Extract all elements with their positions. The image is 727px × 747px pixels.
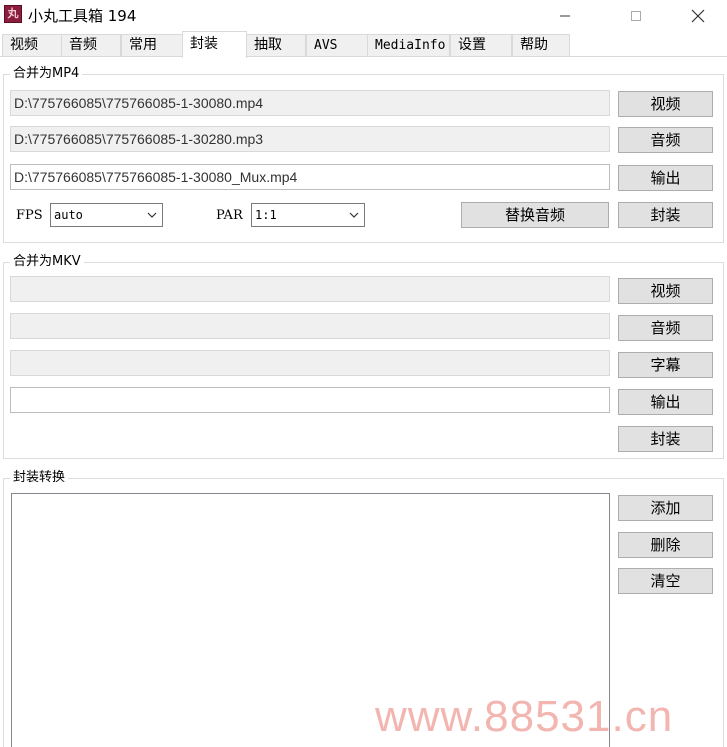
minimize-button[interactable] [542, 0, 588, 31]
mkv-audio-button[interactable]: 音频 [618, 315, 713, 341]
minimize-icon [560, 15, 570, 16]
par-select[interactable]: 1:1 [251, 203, 365, 227]
tab-mux[interactable]: 封装 [182, 31, 247, 58]
fps-label: FPS [16, 208, 43, 223]
add-button[interactable]: 添加 [618, 495, 713, 521]
close-icon [691, 9, 705, 22]
maximize-icon [631, 10, 641, 21]
mkv-audio-path-field[interactable] [10, 313, 610, 339]
tab-common[interactable]: 常用 [121, 34, 183, 57]
mkv-output-button[interactable]: 输出 [618, 389, 713, 415]
chevron-down-icon [349, 212, 359, 218]
mp4-output-button[interactable]: 输出 [618, 165, 713, 191]
mkv-group-legend: 合并为MKV [10, 254, 84, 270]
mkv-subtitle-path-field[interactable] [10, 350, 610, 376]
mp4-mux-button[interactable]: 封装 [618, 202, 713, 228]
replace-audio-button[interactable]: 替换音频 [461, 202, 609, 228]
par-select-value: 1:1 [255, 208, 277, 222]
mp4-video-path-field[interactable]: D:\775766085\775766085-1-30080.mp4 [10, 90, 610, 116]
mkv-video-button[interactable]: 视频 [618, 278, 713, 304]
par-label: PAR [216, 208, 243, 223]
clear-button[interactable]: 清空 [618, 568, 713, 594]
watermark-text: www.88531.cn [375, 692, 674, 741]
mkv-subtitle-button[interactable]: 字幕 [618, 352, 713, 378]
tab-avs[interactable]: AVS [306, 34, 368, 57]
close-button[interactable] [675, 0, 721, 31]
app-icon: 丸 [4, 5, 22, 23]
window-title: 小丸工具箱 194 [28, 7, 137, 25]
mkv-mux-button[interactable]: 封装 [618, 426, 713, 452]
maximize-button[interactable] [613, 0, 659, 31]
delete-button[interactable]: 删除 [618, 532, 713, 558]
title-bar: 丸 小丸工具箱 194 [0, 0, 727, 31]
tab-mediainfo[interactable]: MediaInfo [367, 34, 450, 57]
convert-group-legend: 封装转换 [10, 470, 69, 486]
tab-help[interactable]: 帮助 [512, 34, 570, 57]
fps-select-value: auto [54, 208, 83, 222]
tab-settings[interactable]: 设置 [450, 34, 512, 57]
mp4-output-path-field[interactable]: D:\775766085\775766085-1-30080_Mux.mp4 [10, 164, 610, 190]
tab-audio[interactable]: 音频 [61, 34, 121, 57]
mux-tab-panel: 合并为MP4 D:\775766085\775766085-1-30080.mp… [0, 56, 727, 747]
fps-select[interactable]: auto [50, 203, 163, 227]
mp4-audio-path-field[interactable]: D:\775766085\775766085-1-30280.mp3 [10, 126, 610, 152]
tab-extract[interactable]: 抽取 [246, 34, 306, 57]
tab-video[interactable]: 视频 [2, 34, 62, 57]
chevron-down-icon [147, 212, 157, 218]
mp4-audio-button[interactable]: 音频 [618, 127, 713, 153]
tab-bar: 视频 音频 常用 封装 抽取 AVS MediaInfo 设置 帮助 [0, 31, 727, 58]
mp4-video-button[interactable]: 视频 [618, 91, 713, 117]
mp4-group-legend: 合并为MP4 [10, 66, 83, 82]
mkv-video-path-field[interactable] [10, 276, 610, 302]
mkv-output-path-field[interactable] [10, 387, 610, 413]
